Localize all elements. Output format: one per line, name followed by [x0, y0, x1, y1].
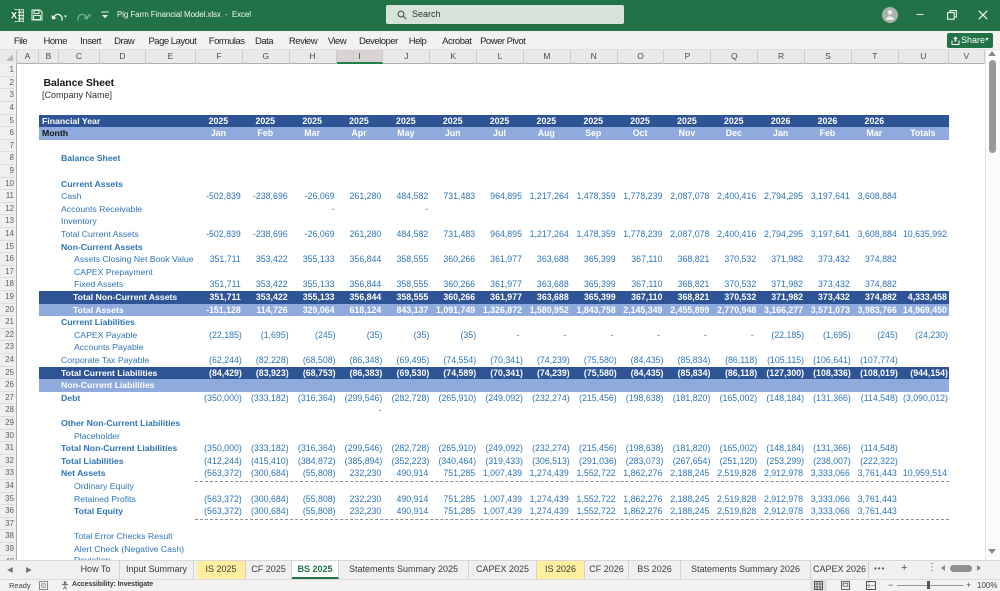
svg-text:X: X — [11, 11, 17, 21]
